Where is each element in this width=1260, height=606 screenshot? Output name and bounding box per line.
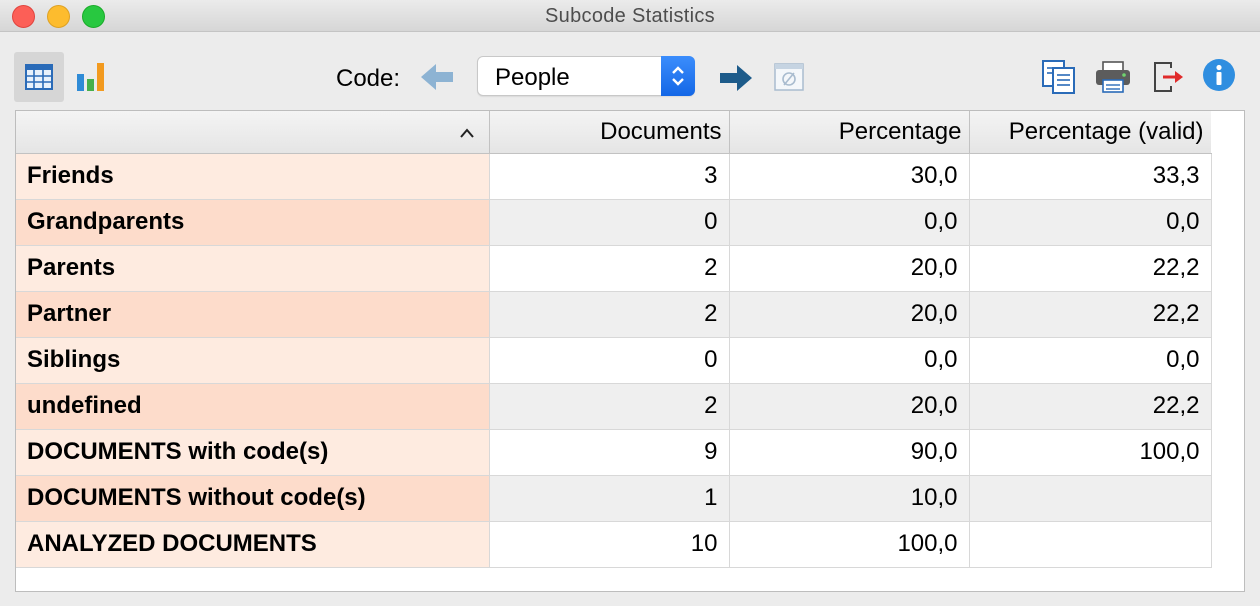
table-header-row: Documents Percentage Percentage (valid) [16,111,1212,154]
percentage-cell: 20,0 [729,383,970,430]
chart-view-button[interactable] [66,52,116,102]
documents-cell: 3 [489,153,730,200]
documents-cell: 0 [489,337,730,384]
column-header-documents[interactable]: Documents [489,111,730,154]
table-row[interactable]: undefined 2 20,0 22,2 [16,383,1212,430]
reset-filter-button[interactable] [772,60,806,94]
left-arrow-icon [421,64,453,90]
subcode-label: DOCUMENTS without code(s) [16,475,490,522]
percentage-valid-cell: 22,2 [969,383,1212,430]
info-button[interactable] [1201,57,1237,93]
percentage-valid-cell [969,475,1212,522]
code-select[interactable]: People [477,56,695,96]
documents-cell: 2 [489,245,730,292]
export-icon [1154,62,1183,92]
percentage-cell: 20,0 [729,245,970,292]
copy-icon [1042,60,1075,94]
subcode-label: Friends [16,153,490,200]
table-row[interactable]: DOCUMENTS with code(s) 9 90,0 100,0 [16,429,1212,476]
title-bar: Subcode Statistics [0,0,1260,32]
select-chevrons-icon [661,56,695,96]
code-select-value: People [495,64,570,91]
statistics-table: Documents Percentage Percentage (valid) … [16,111,1212,568]
percentage-valid-cell: 0,0 [969,199,1212,246]
subcode-label: Grandparents [16,199,490,246]
printer-icon [1096,61,1130,93]
column-header-percentage[interactable]: Percentage [729,111,970,154]
subcode-label: ANALYZED DOCUMENTS [16,521,490,568]
subcode-label: undefined [16,383,490,430]
table-grid-icon [25,64,53,90]
table-row[interactable]: Partner 2 20,0 22,2 [16,291,1212,338]
export-button[interactable] [1150,58,1186,96]
statistics-table-panel: Documents Percentage Percentage (valid) … [15,110,1245,592]
right-arrow-icon [720,65,752,91]
next-code-button[interactable] [716,58,756,98]
documents-cell: 2 [489,383,730,430]
table-row[interactable]: ANALYZED DOCUMENTS 10 100,0 [16,521,1212,568]
table-row[interactable]: Parents 2 20,0 22,2 [16,245,1212,292]
table-row[interactable]: Siblings 0 0,0 0,0 [16,337,1212,384]
toolbar: Code: People [0,32,1260,110]
percentage-valid-cell: 22,2 [969,245,1212,292]
sort-ascending-icon [459,128,474,138]
percentage-valid-cell: 22,2 [969,291,1212,338]
info-icon [1203,59,1235,91]
table-view-button[interactable] [14,52,64,102]
percentage-valid-cell: 33,3 [969,153,1212,200]
subcode-label: DOCUMENTS with code(s) [16,429,490,476]
documents-cell: 9 [489,429,730,476]
column-header-subcode[interactable] [16,111,490,154]
header-filler [1211,111,1244,153]
table-row[interactable]: DOCUMENTS without code(s) 1 10,0 [16,475,1212,522]
window-title: Subcode Statistics [545,5,715,27]
print-button[interactable] [1093,58,1133,96]
previous-code-button[interactable] [418,58,456,96]
documents-cell: 1 [489,475,730,522]
percentage-cell: 0,0 [729,199,970,246]
percentage-valid-cell: 0,0 [969,337,1212,384]
bar-chart-icon [77,63,104,91]
null-filter-icon [774,63,804,91]
percentage-cell: 0,0 [729,337,970,384]
percentage-valid-cell: 100,0 [969,429,1212,476]
column-header-percentage-valid[interactable]: Percentage (valid) [969,111,1212,154]
percentage-valid-cell [969,521,1212,568]
percentage-cell: 30,0 [729,153,970,200]
percentage-cell: 100,0 [729,521,970,568]
subcode-label: Partner [16,291,490,338]
subcode-label: Parents [16,245,490,292]
code-label: Code: [336,65,401,92]
copy-button[interactable] [1040,58,1078,96]
table-row[interactable]: Grandparents 0 0,0 0,0 [16,199,1212,246]
table-row[interactable]: Friends 3 30,0 33,3 [16,153,1212,200]
subcode-label: Siblings [16,337,490,384]
documents-cell: 10 [489,521,730,568]
percentage-cell: 90,0 [729,429,970,476]
percentage-cell: 10,0 [729,475,970,522]
percentage-cell: 20,0 [729,291,970,338]
documents-cell: 0 [489,199,730,246]
documents-cell: 2 [489,291,730,338]
